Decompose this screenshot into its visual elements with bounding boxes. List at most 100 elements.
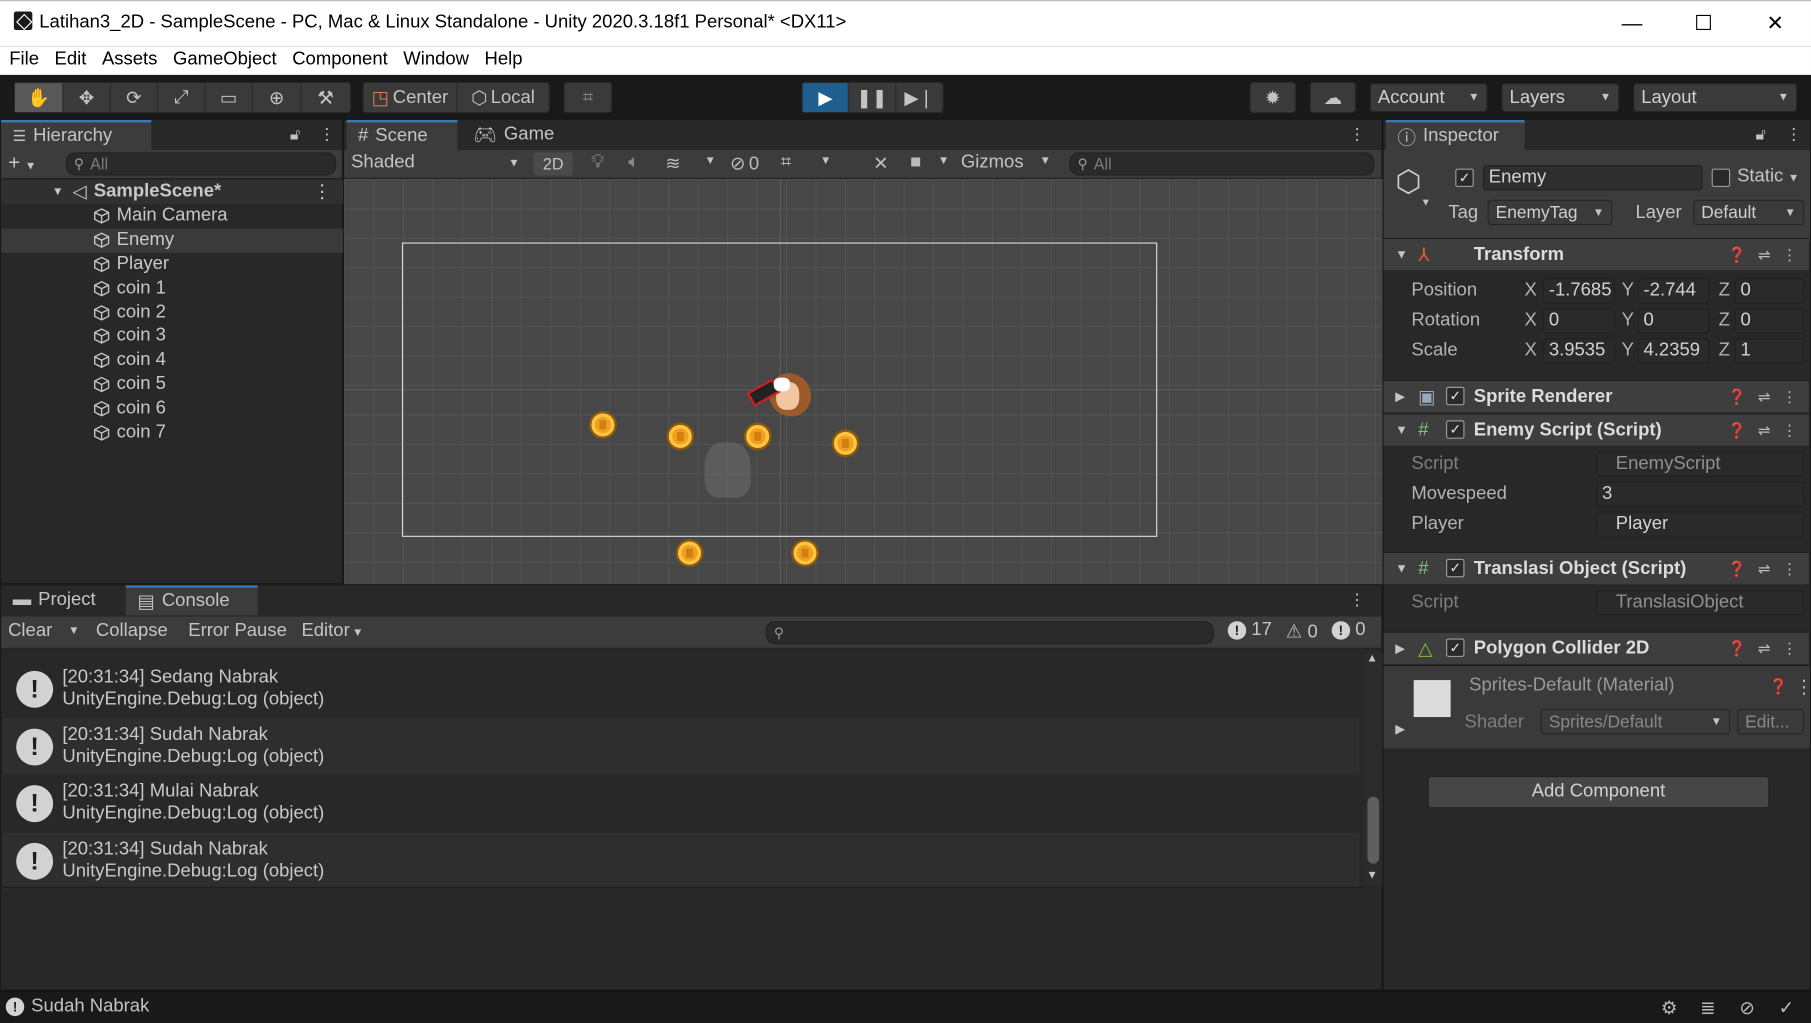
tools-icon[interactable]: ✕	[873, 152, 888, 175]
add-object-button[interactable]: + ▼	[8, 151, 36, 175]
scale-x-field[interactable]: 3.9535	[1543, 338, 1615, 364]
scale-z-field[interactable]: 1	[1734, 338, 1805, 364]
grid-toggle-icon[interactable]: ⌗	[781, 152, 791, 173]
foldout-open-icon[interactable]: ▼	[1395, 562, 1408, 576]
shader-edit-button[interactable]: Edit...	[1737, 708, 1805, 735]
hierarchy-item[interactable]: coin 2	[1, 300, 343, 324]
pivot-center-button[interactable]: ◳ Center	[364, 83, 458, 112]
effects-toggle-icon[interactable]: ≋	[665, 152, 680, 175]
rotation-y-field[interactable]: 0	[1637, 308, 1710, 334]
menu-window[interactable]: Window	[403, 46, 469, 70]
close-button[interactable]: ✕	[1739, 1, 1811, 47]
polygon-collider-header[interactable]: ▶ △ ✓ Polygon Collider 2D ❓ ⇌ ⋮	[1383, 631, 1809, 664]
camera-icon[interactable]: ■	[910, 152, 921, 173]
rect-tool-icon[interactable]: ▭	[206, 83, 253, 112]
scale-tool-icon[interactable]: ⤢	[158, 83, 206, 112]
preset-icon[interactable]: ⇌	[1758, 560, 1771, 578]
hierarchy-item[interactable]: Enemy	[1, 228, 344, 253]
hierarchy-item[interactable]: Main Camera	[1, 204, 343, 228]
static-label[interactable]: Static ▼	[1737, 166, 1799, 187]
position-z-field[interactable]: 0	[1734, 278, 1805, 304]
custom-tool-icon[interactable]: ⚒	[301, 83, 350, 112]
help-icon[interactable]: ❓	[1728, 246, 1747, 264]
transform-tool-icon[interactable]: ⊕	[253, 83, 302, 112]
services-button[interactable]: ✹	[1249, 81, 1296, 114]
foldout-closed-icon[interactable]: ▶	[1395, 722, 1405, 737]
position-x-field[interactable]: -1.7685	[1543, 278, 1615, 304]
console-log-entry[interactable]: ! [20:31:34] Sedang Nabrak UnityEngine.Deb…	[2, 660, 1360, 718]
hierarchy-item[interactable]: coin 6	[1, 396, 343, 420]
help-icon[interactable]: ❓	[1769, 678, 1788, 696]
position-y-field[interactable]: -2.744	[1637, 278, 1710, 304]
tag-dropdown[interactable]: EnemyTag ▼	[1487, 199, 1613, 226]
icon-dropdown-icon[interactable]: ▼	[1421, 196, 1431, 208]
auto-generate-icon[interactable]: ✓	[1779, 996, 1794, 1019]
shader-dropdown[interactable]: Sprites/Default ▼	[1540, 708, 1731, 735]
tab-scene[interactable]: # Scene	[346, 120, 458, 151]
object-name-input[interactable]: Enemy	[1482, 165, 1703, 191]
rotate-tool-icon[interactable]: ⟳	[111, 83, 159, 112]
scene-kebab-icon[interactable]: ⋮	[1349, 125, 1365, 145]
log-count-toggle[interactable]: ! 17	[1227, 620, 1272, 643]
menu-file[interactable]: File	[9, 46, 39, 70]
translasi-enabled-checkbox[interactable]: ✓	[1446, 558, 1465, 578]
transform-header[interactable]: ▼ ⅄ Transform ❓ ⇌ ⋮	[1383, 237, 1809, 271]
help-icon[interactable]: ❓	[1728, 560, 1747, 578]
tab-console[interactable]: ▤ Console	[125, 585, 258, 616]
menu-component[interactable]: Component	[292, 46, 388, 70]
error-count-toggle[interactable]: ! 0	[1331, 620, 1366, 643]
light-toggle-icon[interactable]: 💡︎	[591, 152, 604, 173]
collab-icon[interactable]: ⊘	[1739, 996, 1754, 1019]
console-kebab-icon[interactable]: ⋮	[1349, 590, 1365, 610]
status-message[interactable]: Sudah Nabrak	[31, 996, 149, 1017]
console-search-input[interactable]	[765, 621, 1214, 645]
hierarchy-item[interactable]: coin 3	[1, 324, 343, 348]
layout-dropdown[interactable]: Layout ▼	[1633, 83, 1798, 112]
menu-assets[interactable]: Assets	[102, 46, 157, 70]
console-log-entry[interactable]: ! [20:31:34] Mulai Nabrak UnityEngine.Debu…	[2, 774, 1360, 832]
console-log-entry[interactable]: ! [20:31:34] Sudah Nabrak UnityEngine.Debu…	[2, 831, 1360, 890]
layer-dropdown[interactable]: Default ▼	[1693, 199, 1805, 226]
translasi-script-header[interactable]: ▼ # ✓ Translasi Object (Script) ❓ ⇌ ⋮	[1383, 551, 1809, 585]
coin-sprite[interactable]	[666, 422, 695, 451]
preset-icon[interactable]: ⇌	[1758, 421, 1771, 439]
scene-search-input[interactable]: All	[1069, 152, 1375, 176]
foldout-open-icon[interactable]: ▼	[1395, 423, 1408, 437]
maximize-button[interactable]: ☐	[1668, 1, 1740, 47]
camera-dropdown-icon[interactable]: ▼	[938, 155, 949, 168]
error-pause-button[interactable]: Error Pause	[188, 621, 287, 642]
console-scrollbar[interactable]: ▲ ▼	[1364, 652, 1383, 887]
console-log-entry[interactable]: ! [20:31:34] Sudah Nabrak UnityEngine.Debu…	[2, 717, 1360, 775]
gizmos-button[interactable]: Gizmos	[961, 152, 1024, 173]
preset-icon[interactable]: ⇌	[1758, 388, 1771, 406]
coin-sprite[interactable]	[831, 429, 860, 458]
hierarchy-item[interactable]: coin 7	[1, 421, 343, 445]
lock-icon[interactable]: 🔓︎	[290, 125, 300, 145]
sprite-renderer-header[interactable]: ▶ ▣ ✓ Sprite Renderer ❓ ⇌ ⋮	[1383, 379, 1809, 413]
2d-toggle-button[interactable]: 2D	[533, 152, 573, 176]
hierarchy-item[interactable]: coin 5	[1, 372, 343, 396]
layers-dropdown[interactable]: Layers ▼	[1501, 83, 1620, 112]
help-icon[interactable]: ❓	[1728, 421, 1747, 439]
active-checkbox[interactable]: ✓	[1455, 168, 1474, 188]
tab-project[interactable]: ▬ Project	[1, 585, 123, 615]
kebab-menu-icon[interactable]: ⋮	[319, 125, 335, 145]
component-menu-icon[interactable]: ⋮	[1782, 421, 1797, 439]
sprite-renderer-enabled-checkbox[interactable]: ✓	[1446, 386, 1465, 406]
tab-hierarchy[interactable]: ☰ Hierarchy	[1, 120, 152, 151]
rotation-z-field[interactable]: 0	[1734, 308, 1805, 334]
player-reference-field[interactable]: Player	[1596, 511, 1805, 537]
foldout-open-icon[interactable]: ▼	[1395, 248, 1408, 262]
coin-sprite[interactable]	[791, 539, 819, 567]
coin-sprite[interactable]	[589, 411, 617, 439]
hierarchy-item[interactable]: coin 4	[1, 348, 343, 372]
editor-dropdown[interactable]: Editor ▼	[301, 621, 363, 642]
enemy-script-header[interactable]: ▼ # ✓ Enemy Script (Script) ❓ ⇌ ⋮	[1383, 413, 1809, 446]
help-icon[interactable]: ❓	[1728, 640, 1747, 658]
cloud-button[interactable]: ☁	[1309, 81, 1356, 114]
player-sprite[interactable]	[744, 364, 819, 433]
hierarchy-item[interactable]: Player	[1, 252, 343, 276]
hierarchy-search-input[interactable]: All	[65, 152, 337, 176]
shading-mode-dropdown[interactable]: Shaded ▼	[351, 152, 524, 173]
help-icon[interactable]: ❓	[1728, 388, 1747, 406]
